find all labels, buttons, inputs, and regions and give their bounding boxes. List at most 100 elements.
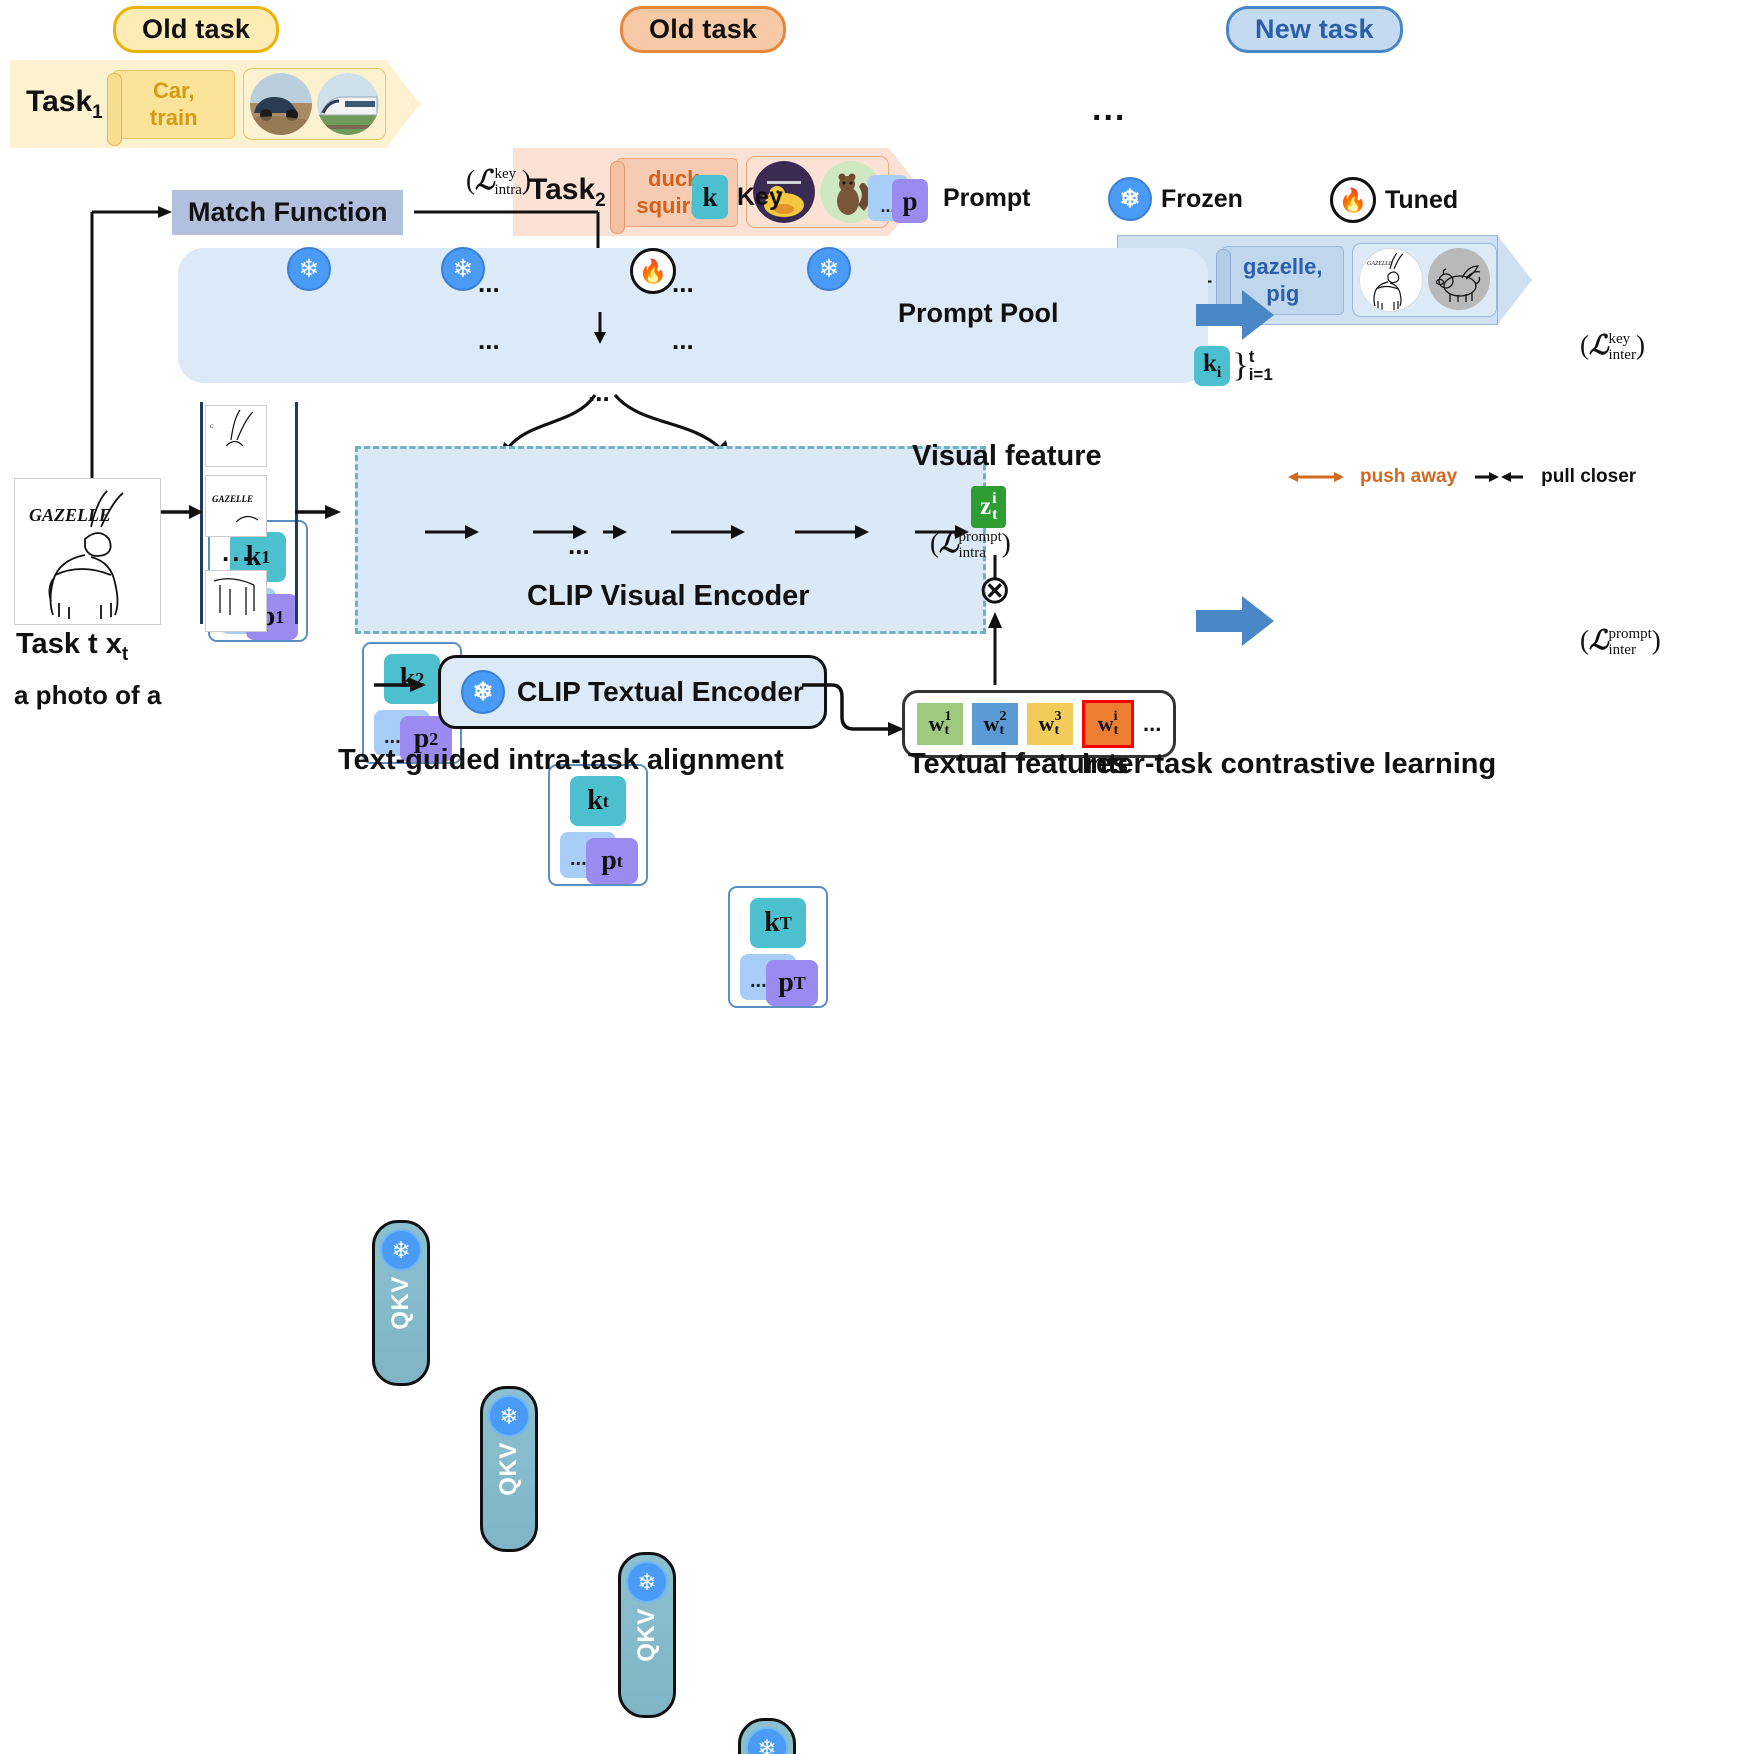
patch-3: [205, 570, 267, 632]
key-set-brace: }: [1232, 347, 1249, 384]
qkv-block-3: ❄ QKV: [618, 1552, 676, 1718]
car-photo: [249, 73, 312, 135]
legend-key-label: Key: [737, 182, 783, 211]
prompt-dots: ...: [570, 848, 587, 870]
textual-feature-chip-3: w 3 t: [1027, 703, 1073, 745]
pig-sketch: [1427, 248, 1490, 310]
arrow-legend: push away pull closer: [1288, 466, 1636, 488]
gazelle-sketch: GAZELLE: [1358, 248, 1423, 312]
input-image-caption: GAZELLE: [29, 505, 111, 525]
snowflake-icon: ❄: [746, 1727, 788, 1754]
pool-key-T: kT: [750, 898, 806, 948]
textual-feature-chip-1: w 1 t: [917, 703, 963, 745]
pool-ellipsis-b-top: ...: [672, 268, 694, 298]
loss-sup: prompt: [1608, 626, 1652, 643]
pool-ellipsis-a-bottom: ...: [478, 325, 500, 355]
key-panel-big-arrow: [1196, 286, 1274, 350]
pill-label: Old task: [620, 6, 787, 53]
svg-text:GAZELLE: GAZELLE: [1367, 261, 1393, 267]
train-photo: [316, 73, 379, 135]
pull-closer-icon: [1475, 472, 1524, 482]
snowflake-icon: ❄: [380, 1229, 422, 1271]
snowflake-icon: ❄: [488, 1395, 530, 1437]
legend-frozen: ❄ Frozen: [1108, 177, 1243, 221]
prompt-glyph: p: [892, 179, 928, 223]
prompt-panel-big-arrow: [1196, 592, 1274, 656]
banner-arrow-tip: [1497, 236, 1532, 324]
pool-frozen-icon-1: ❄: [287, 247, 331, 291]
patch-1: G: [205, 405, 267, 467]
class-line-2: train: [149, 105, 198, 130]
qkv-block-4: ❄ QKV: [738, 1718, 796, 1754]
textual-feature-chip-i: w i t: [1082, 700, 1134, 748]
input-task-label: Task t xt: [16, 628, 129, 665]
loss-sub: inter: [1608, 346, 1636, 363]
snowflake-icon: ❄: [1108, 177, 1152, 221]
task-t-images: GAZELLE: [1351, 243, 1497, 317]
feature-product-arrows: [988, 555, 1002, 685]
task-1-label: Task1: [26, 84, 103, 123]
class-line-1: gazelle,: [1243, 253, 1323, 279]
prompt-chip-icon: ... p: [868, 175, 928, 223]
pool-prompt-T: ... pT: [740, 954, 818, 1006]
qkv-block-1: ❄ QKV: [372, 1220, 430, 1386]
pool-ellipsis-a-top: ...: [478, 268, 500, 298]
task-sequence-ellipsis: ...: [1092, 90, 1127, 128]
pill-label: Old task: [113, 6, 280, 53]
legend-frozen-label: Frozen: [1161, 184, 1243, 213]
key-set-sub: i=1: [1248, 365, 1273, 384]
text-prompt-prefix: a photo of a: [14, 680, 162, 710]
loss-inter-key-label: (ℒ key inter): [1580, 330, 1645, 363]
pool-column-T[interactable]: kT ... pT: [728, 886, 828, 1008]
old-task-pill-2: Old task: [620, 6, 787, 53]
qkv-block-2: ❄ QKV: [480, 1386, 538, 1552]
push-away-label: push away: [1360, 466, 1458, 487]
legend-prompt: ... p Prompt: [868, 175, 1031, 223]
snowflake-icon: ❄: [626, 1561, 668, 1603]
new-task-pill: New task: [1226, 6, 1403, 53]
pill-label: New task: [1226, 6, 1403, 53]
textual-features-dots: ...: [1143, 711, 1162, 736]
pool-ellipsis-b-bottom: ...: [672, 325, 694, 355]
prompt-dots: ...: [750, 970, 767, 992]
loss-inter-prompt-label: (ℒ prompt inter): [1580, 625, 1661, 658]
key-set-chip: ki: [1194, 346, 1231, 386]
loss-sub: inter: [1608, 641, 1636, 658]
left-section-caption: Text-guided intra-task alignment: [338, 744, 784, 776]
qkv-label: QKV: [495, 1442, 523, 1496]
banner-arrow-tip: [385, 60, 420, 148]
pull-closer-label: pull closer: [1541, 466, 1637, 487]
old-task-pill-1: Old task: [113, 6, 280, 53]
textual-feature-chip-2: w 2 t: [972, 703, 1018, 745]
visual-feature-label: Visual feature: [912, 440, 1102, 472]
scroll-roll-icon: [106, 72, 122, 146]
clip-visual-encoder-label: CLIP Visual Encoder: [527, 580, 810, 612]
key-set-sup: t: [1248, 347, 1255, 367]
svg-text:G: G: [210, 425, 214, 430]
pool-column-t[interactable]: kt ... pt: [548, 764, 648, 886]
legend-key: k Key: [692, 175, 783, 219]
qkv-label: QKV: [633, 1608, 661, 1662]
loss-sup: key: [1608, 331, 1631, 348]
push-away-icon: [1288, 472, 1344, 482]
pool-frozen-icon-T: ❄: [807, 247, 851, 291]
input-image: GAZELLE: [14, 478, 161, 625]
pool-key-t: kt: [570, 776, 626, 826]
task-1-classes: Car, train: [106, 69, 235, 146]
flame-icon: 🔥: [1330, 177, 1376, 223]
pool-prompt-t: ... pt: [560, 832, 638, 884]
legend-prompt-label: Prompt: [943, 183, 1031, 212]
prompt-pool-title: Prompt Pool: [898, 298, 1059, 328]
input-flow-arrows: [161, 505, 341, 519]
task-1-images: [242, 68, 386, 140]
pool-tuned-icon-t: 🔥: [630, 248, 676, 294]
class-line-1: Car,: [152, 77, 195, 103]
prompt-front: pT: [766, 960, 818, 1006]
key-to-prompt-arrow: [594, 312, 606, 344]
task-banner-1: Task1 Car, train: [10, 60, 1744, 148]
legend-tuned: 🔥 Tuned: [1330, 177, 1458, 223]
qkv-label: QKV: [387, 1276, 415, 1330]
prompt-front: pt: [586, 838, 638, 884]
key-set-notation: ki } t i=1: [1194, 346, 1273, 386]
text-flow-arrows: [374, 678, 904, 736]
